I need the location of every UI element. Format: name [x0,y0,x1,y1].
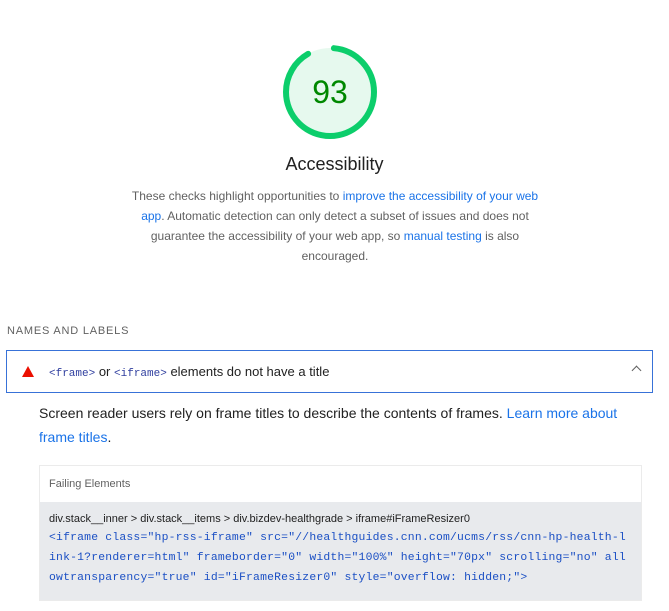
manual-testing-link[interactable]: manual testing [404,229,482,243]
score-value: 93 [312,73,348,110]
failing-elements-header: Failing Elements [40,466,641,502]
audit-description: Screen reader users rely on frame titles… [39,401,639,449]
chevron-up-icon[interactable] [631,365,642,376]
audit-description-text: Screen reader users rely on frame titles… [39,405,507,421]
description-text-1: These checks highlight opportunities to [131,189,343,203]
fail-triangle-icon [22,366,34,377]
node-path: div.stack__inner > div.stack__items > di… [49,513,470,525]
audit-title-rest: elements do not have a title [166,363,330,379]
score-gauge: 93 [282,44,378,140]
audit-title: <frame> or <iframe> elements do not have… [49,364,329,380]
node-snippet[interactable]: <iframe class="hp-rss-iframe" src="//hea… [49,528,632,588]
category-description: These checks highlight opportunities to … [125,186,545,266]
category-title: Accessibility [285,154,384,174]
audit-title-or: or [95,363,115,379]
failing-element-row: div.stack__inner > div.stack__items > di… [40,502,641,600]
failing-elements-table: Failing Elements div.stack__inner > div.… [39,465,642,601]
audit-frame-title-row[interactable]: <frame> or <iframe> elements do not have… [6,350,653,393]
group-title: NAMES AND LABELS [7,325,130,337]
frame-code: <frame> [49,367,96,380]
audit-description-end: . [107,429,112,445]
iframe-code: <iframe> [114,367,167,380]
